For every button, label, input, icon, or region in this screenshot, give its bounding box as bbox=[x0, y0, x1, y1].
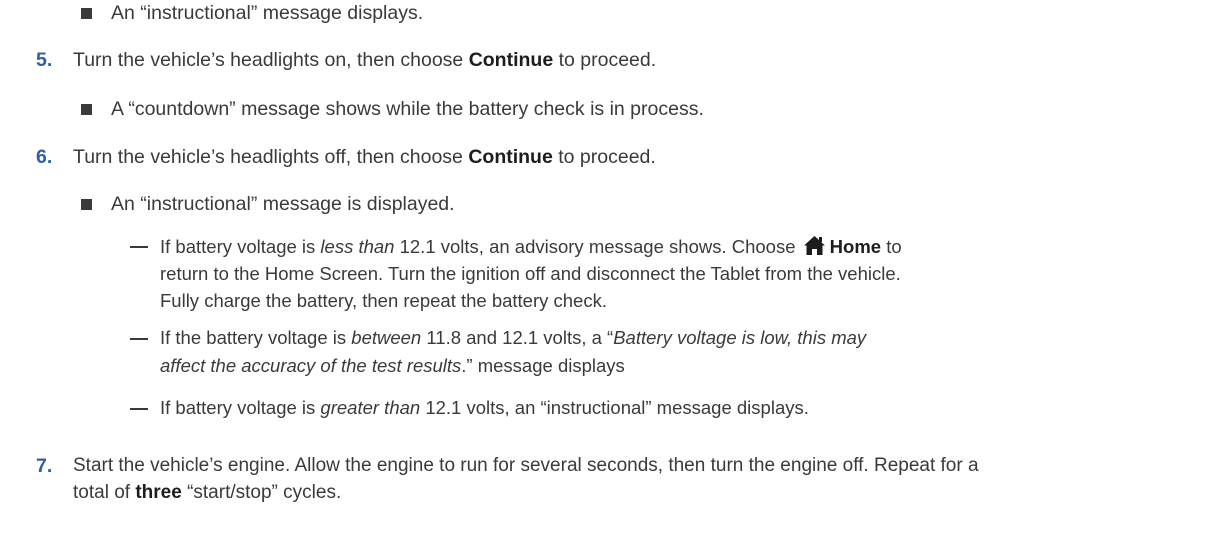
step-number: 6. bbox=[36, 146, 53, 168]
step-6-text: Turn the vehicle’s headlights off, then … bbox=[73, 146, 656, 168]
step-7-line-1: Start the vehicle’s engine. Allow the en… bbox=[73, 455, 979, 476]
step-7-line-2: total of three “start/stop” cycles. bbox=[73, 482, 342, 503]
step-number: 7. bbox=[36, 455, 53, 477]
bullet-text: An “instructional” message is displayed. bbox=[111, 193, 455, 215]
home-icon bbox=[803, 235, 826, 261]
step-number: 5. bbox=[36, 49, 53, 71]
bullet-marker bbox=[81, 8, 92, 19]
dash-1-line-1: If battery voltage is less than 12.1 vol… bbox=[160, 235, 902, 261]
dash-2-line-2: affect the accuracy of the test results.… bbox=[160, 355, 625, 376]
dash-1-line-3: Fully charge the battery, then repeat th… bbox=[160, 290, 607, 311]
step-5-text: Turn the vehicle’s headlights on, then c… bbox=[73, 49, 657, 71]
dash-1-line-2: return to the Home Screen. Turn the igni… bbox=[160, 263, 901, 284]
bullet-text: An “instructional” message displays. bbox=[111, 2, 424, 24]
bullet-marker bbox=[81, 104, 92, 115]
dash-2-line-1: If the battery voltage is between 11.8 a… bbox=[160, 327, 867, 348]
dash-marker bbox=[130, 246, 148, 248]
dash-3-line: If battery voltage is greater than 12.1 … bbox=[160, 397, 809, 418]
dash-marker bbox=[130, 408, 148, 410]
bullet-text: A “countdown” message shows while the ba… bbox=[111, 98, 704, 120]
bullet-marker bbox=[81, 199, 92, 210]
dash-marker bbox=[130, 338, 148, 340]
